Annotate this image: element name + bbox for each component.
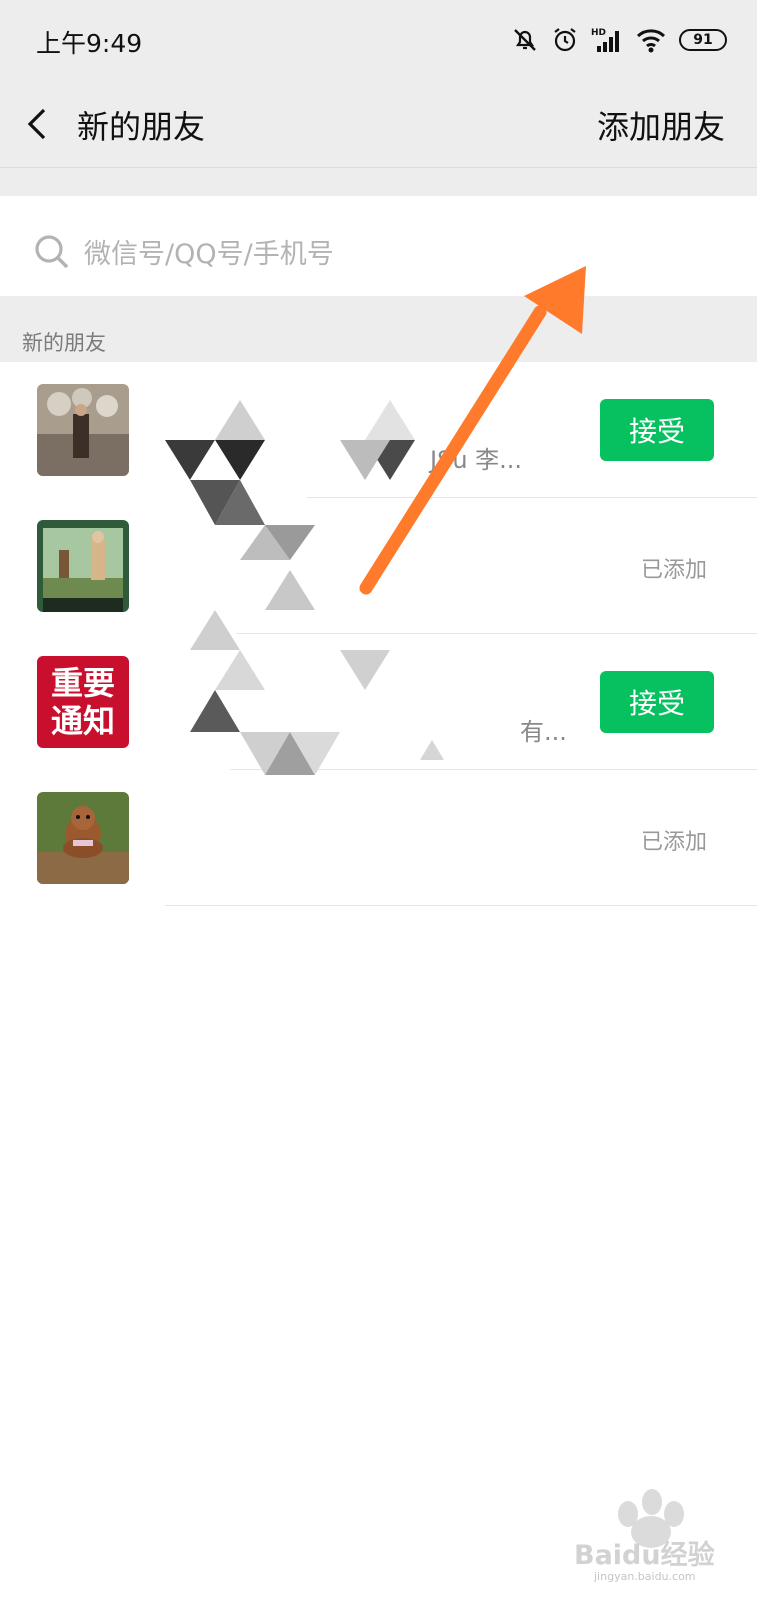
status-icons: HD 91 <box>511 22 727 58</box>
watermark-subtext: jingyan.baidu.com <box>594 1570 696 1583</box>
added-status: 已添加 <box>640 558 707 583</box>
friend-message: 我 <box>167 582 191 610</box>
avatar <box>37 384 129 476</box>
search-input-placeholder[interactable]: 微信号/QQ号/手机号 <box>84 232 334 271</box>
list-item[interactable]: 春 我 已添加 <box>0 498 757 634</box>
added-status: 已添加 <box>640 830 707 855</box>
section-label: 新的朋友 <box>22 331 106 355</box>
alarm-icon <box>551 26 579 54</box>
status-bar: 上午9:49 HD 91 <box>0 0 757 82</box>
spacer <box>0 168 757 196</box>
mute-icon <box>511 26 539 54</box>
list-item[interactable]: JSu 李... 接受 <box>0 362 757 498</box>
signal-icon: HD <box>591 26 623 54</box>
avatar <box>37 520 129 612</box>
friend-message: 有... <box>520 718 567 746</box>
friend-name: 春 <box>167 534 197 568</box>
friend-message: JSu 李... <box>430 446 523 474</box>
divider <box>165 905 757 906</box>
section-header <box>0 296 757 362</box>
page-title: 新的朋友 <box>77 108 206 146</box>
nav-bar: 新的朋友 添加朋友 <box>0 82 757 168</box>
list-item[interactable]: 重要 通知 有... 接受 <box>0 634 757 770</box>
back-arrow-icon[interactable] <box>24 104 54 144</box>
search-icon <box>35 235 69 269</box>
wifi-icon <box>635 26 667 54</box>
avatar-text: 重要 <box>50 664 115 702</box>
avatar: 重要 通知 <box>37 656 129 748</box>
list-item[interactable]: 已添加 <box>0 770 757 906</box>
avatar-text: 通知 <box>50 702 115 740</box>
svg-text:HD: HD <box>591 28 606 38</box>
add-friend-button[interactable]: 添加朋友 <box>597 102 725 148</box>
status-time: 上午9:49 <box>36 29 143 58</box>
watermark-text: Baidu经验 <box>574 1540 715 1571</box>
avatar <box>37 792 129 884</box>
accept-button[interactable]: 接受 <box>600 399 714 461</box>
battery-icon: 91 <box>679 29 727 51</box>
friend-list: JSu 李... 接受 春 我 已添加 重要 通知 有... 接受 已添加 <box>0 362 757 906</box>
accept-button[interactable]: 接受 <box>600 671 714 733</box>
